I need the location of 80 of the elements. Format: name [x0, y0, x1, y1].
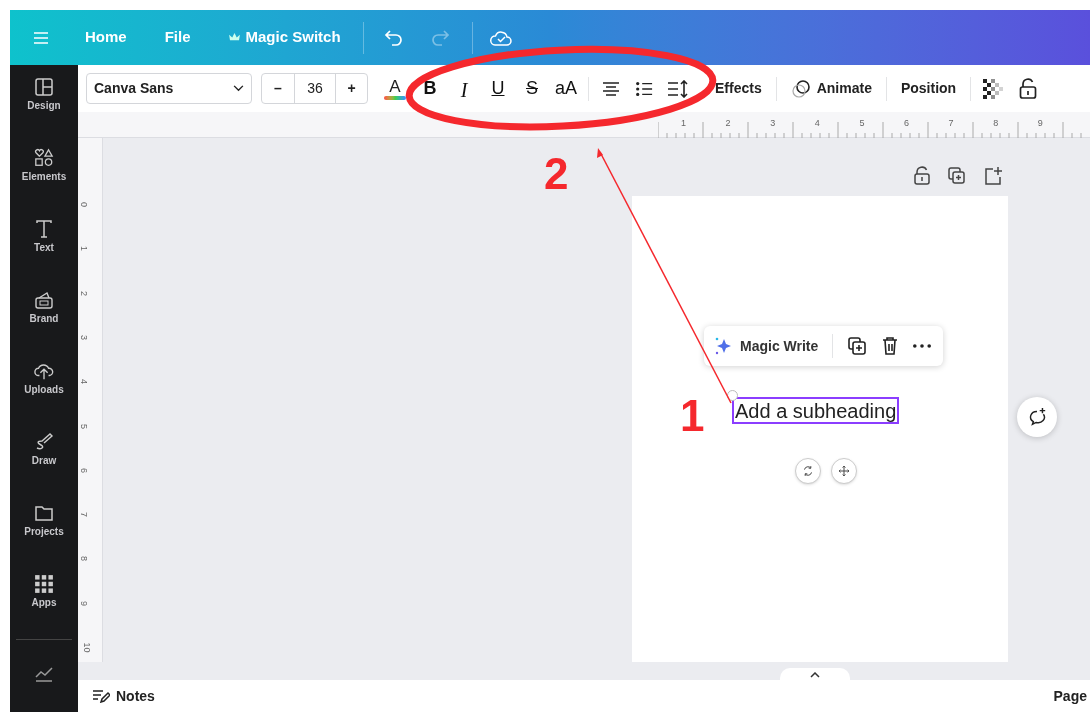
sidebar-item[interactable]: Uploads — [12, 361, 76, 396]
notes-icon — [92, 689, 110, 703]
ruler-number: 9 — [79, 600, 88, 606]
ruler-number: 8 — [993, 117, 999, 130]
increase-button[interactable]: + — [336, 74, 367, 103]
toolbar-button[interactable]: Effects — [715, 78, 762, 99]
ruler-number: 1 — [681, 117, 686, 130]
ruler-number: 4 — [814, 117, 820, 130]
decrease-button[interactable]: – — [262, 74, 294, 103]
transparency-icon — [983, 78, 1004, 99]
briefcase-icon — [34, 290, 54, 310]
ruler-number: 1 — [79, 246, 88, 252]
line-chart-icon — [34, 664, 54, 684]
color-bar — [384, 95, 406, 100]
sidebar-item[interactable]: Draw — [12, 432, 76, 467]
format-button[interactable]: U — [486, 74, 510, 103]
text-box[interactable]: Add a subheading — [732, 397, 900, 424]
ruler-number: 3 — [770, 117, 776, 130]
toolbar-button[interactable]: Animate — [790, 78, 872, 99]
font-size-field[interactable]: 36 — [294, 74, 336, 103]
add-page-icon — [983, 166, 1003, 186]
ruler-number: 6 — [79, 467, 88, 473]
ruler-number: 7 — [79, 512, 88, 518]
resize-handle[interactable] — [727, 390, 738, 401]
align-center-icon — [601, 80, 621, 97]
line-spacing-icon — [667, 79, 689, 98]
more-icon — [913, 344, 932, 348]
sidebar-item[interactable]: Text — [12, 219, 76, 254]
ruler-number: 8 — [79, 556, 88, 562]
ruler-number: 7 — [948, 117, 954, 130]
format-button[interactable]: aA — [554, 74, 578, 103]
ruler-number: 6 — [904, 117, 909, 130]
ruler-number: 2 — [725, 117, 731, 130]
add-comment-icon — [1027, 407, 1047, 427]
format-button[interactable]: I — [452, 74, 476, 103]
ruler-number: 3 — [79, 334, 88, 340]
chevron-down-icon — [233, 85, 244, 92]
ruler-number: 4 — [79, 379, 88, 385]
circles-icon — [790, 78, 811, 99]
cloud-upload-icon — [34, 361, 54, 381]
sidebar-item[interactable]: Design — [12, 77, 76, 112]
ruler-number: 5 — [79, 423, 88, 429]
magic-write-button[interactable]: Magic Write — [714, 335, 819, 357]
sidebar-item[interactable]: Brand — [12, 290, 76, 325]
comment-button[interactable] — [1017, 397, 1057, 437]
text-color-button[interactable]: A — [384, 74, 406, 103]
undo-icon[interactable] — [383, 28, 404, 47]
duplicate-icon — [947, 166, 967, 186]
notes-button[interactable]: Notes — [92, 685, 155, 707]
toolbar-button[interactable]: Position — [900, 78, 957, 99]
sidebar-item[interactable]: Elements — [12, 148, 76, 183]
ruler-number: 10 — [81, 642, 91, 653]
ruler-number: 9 — [1037, 117, 1043, 130]
format-button[interactable]: B — [418, 74, 442, 103]
rotate-icon — [801, 464, 815, 478]
annotation-number: 2 — [544, 149, 569, 198]
trash-icon — [881, 336, 900, 356]
ruler-number: 2 — [79, 290, 88, 296]
text-icon — [34, 219, 54, 239]
unlock-icon — [1019, 77, 1038, 100]
bullet-list-icon — [635, 80, 653, 97]
move-icon — [837, 464, 851, 478]
folder-icon — [34, 503, 54, 523]
crown-icon — [228, 33, 240, 42]
shapes-icon — [34, 148, 54, 168]
page-label[interactable]: Page — [1053, 685, 1087, 707]
pen-icon — [34, 432, 54, 452]
sidebar-item[interactable]: Projects — [12, 503, 76, 538]
grid-icon — [34, 574, 54, 594]
unlock-icon — [913, 166, 931, 186]
font-dropdown[interactable]: Canva Sans — [86, 73, 252, 104]
ruler-number: 5 — [859, 117, 865, 130]
ruler-number: 0 — [79, 202, 88, 207]
duplicate-icon — [847, 336, 868, 356]
caret-icon — [810, 672, 820, 678]
sidebar-item[interactable]: Apps — [12, 574, 76, 609]
annotation-number: 1 — [680, 391, 705, 440]
format-button[interactable]: S — [520, 74, 544, 103]
menu-icon[interactable] — [33, 30, 49, 45]
layout-icon — [34, 77, 54, 97]
